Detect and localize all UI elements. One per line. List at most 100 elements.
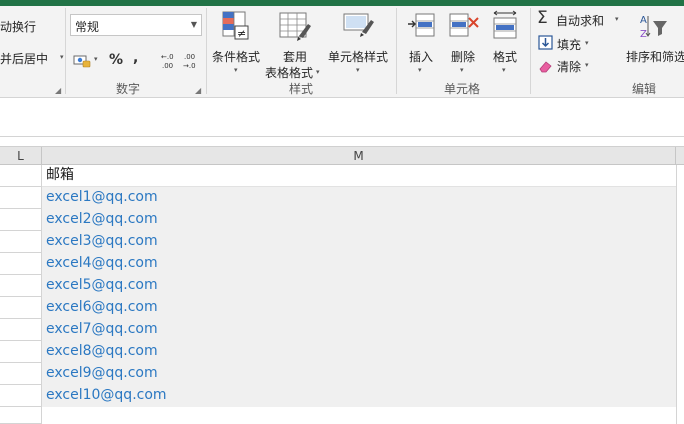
email-cell[interactable]: excel5@qq.com bbox=[42, 275, 676, 297]
format-cells-button[interactable]: 格式 ▾ bbox=[484, 10, 526, 76]
conditional-formatting-button[interactable]: ≠ 条件格式 ▾ bbox=[210, 10, 264, 76]
fill-label: 填充 bbox=[557, 38, 582, 52]
email-cell[interactable]: excel7@qq.com bbox=[42, 319, 676, 341]
merge-dropdown-caret[interactable]: ▾ bbox=[60, 53, 64, 61]
table-row bbox=[0, 407, 684, 424]
cell-l[interactable] bbox=[0, 297, 42, 319]
svg-text:.00: .00 bbox=[184, 53, 195, 61]
sort-filter-label: 排序和筛选 bbox=[626, 50, 684, 64]
cell-styles-icon bbox=[343, 13, 374, 37]
cell-l[interactable] bbox=[0, 275, 42, 297]
cell-l[interactable] bbox=[0, 363, 42, 385]
insert-cells-label: 插入 bbox=[409, 50, 434, 64]
autosum-button[interactable]: Σ 自动求和 ▾ bbox=[537, 8, 625, 30]
cell-n[interactable] bbox=[676, 407, 684, 424]
table-row: excel7@qq.com bbox=[0, 319, 684, 341]
accounting-format-button[interactable]: ▾ bbox=[73, 52, 101, 68]
table-row: excel9@qq.com bbox=[0, 363, 684, 385]
svg-text:←.0: ←.0 bbox=[161, 53, 174, 61]
accounting-caret-icon: ▾ bbox=[94, 55, 98, 63]
number-format-value: 常规 bbox=[75, 20, 100, 34]
group-separator bbox=[65, 8, 66, 94]
svg-text:A: A bbox=[640, 15, 647, 26]
number-dialog-launcher[interactable]: ◢ bbox=[195, 86, 201, 95]
format-as-table-label-1: 套用 bbox=[283, 50, 308, 64]
ribbon: 动换行 并后居中 ▾ ◢ 常规 ▼ ▾ % , ←.0 .00 .00 →.0 … bbox=[0, 6, 684, 98]
increase-decimal-button[interactable]: ←.0 .00 bbox=[159, 50, 179, 70]
cell-l[interactable] bbox=[0, 341, 42, 363]
table-row: excel6@qq.com bbox=[0, 297, 684, 319]
merge-center-label: 并后居中 bbox=[0, 52, 49, 66]
email-cell[interactable]: excel2@qq.com bbox=[42, 209, 676, 231]
email-cell[interactable]: excel6@qq.com bbox=[42, 297, 676, 319]
cell-n[interactable] bbox=[676, 165, 684, 187]
clear-button[interactable]: 清除 ▾ bbox=[537, 56, 597, 76]
number-format-select[interactable]: 常规 ▼ bbox=[70, 14, 202, 36]
wrap-text-label: 动换行 bbox=[0, 20, 37, 34]
table-row: excel8@qq.com bbox=[0, 341, 684, 363]
comma-label: , bbox=[133, 50, 139, 66]
cells-group-label: 单元格 bbox=[444, 82, 481, 96]
cell-n[interactable] bbox=[676, 341, 684, 363]
format-as-table-caret: ▾ bbox=[316, 68, 320, 76]
email-cell[interactable]: excel1@qq.com bbox=[42, 187, 676, 209]
cell-n[interactable] bbox=[676, 209, 684, 231]
cell-l[interactable] bbox=[0, 253, 42, 275]
cell-l[interactable] bbox=[0, 165, 42, 187]
email-cell[interactable]: excel9@qq.com bbox=[42, 363, 676, 385]
cell-n[interactable] bbox=[676, 231, 684, 253]
table-row: excel3@qq.com bbox=[0, 231, 684, 253]
styles-group-label: 样式 bbox=[289, 82, 314, 96]
worksheet-grid[interactable]: 邮箱 excel1@qq.com excel2@qq.com excel3@qq… bbox=[0, 165, 684, 424]
cell-n[interactable] bbox=[676, 319, 684, 341]
format-as-table-label-2: 表格格式 bbox=[265, 66, 314, 80]
cell-n[interactable] bbox=[676, 187, 684, 209]
decrease-decimal-button[interactable]: .00 →.0 bbox=[181, 50, 201, 70]
cell-n[interactable] bbox=[676, 385, 684, 407]
editing-group-label: 编辑 bbox=[632, 82, 657, 96]
autosum-label: 自动求和 bbox=[556, 14, 605, 28]
percent-style-button[interactable]: % bbox=[109, 52, 123, 70]
cell-l[interactable] bbox=[0, 407, 42, 424]
cell-styles-label: 单元格样式 bbox=[328, 50, 389, 64]
group-separator bbox=[206, 8, 207, 94]
cell-n[interactable] bbox=[676, 253, 684, 275]
sort-filter-icon: A Z bbox=[640, 15, 667, 40]
cell-styles-button[interactable]: 单元格样式 ▾ bbox=[326, 10, 392, 76]
delete-cells-button[interactable]: 删除 ▾ bbox=[442, 10, 484, 76]
cell-l[interactable] bbox=[0, 385, 42, 407]
comma-style-button[interactable]: , bbox=[133, 50, 145, 68]
column-header-l[interactable]: L bbox=[0, 147, 42, 165]
cell-styles-caret: ▾ bbox=[356, 66, 360, 74]
header-cell-email[interactable]: 邮箱 bbox=[42, 165, 676, 187]
email-cell[interactable]: excel4@qq.com bbox=[42, 253, 676, 275]
format-as-table-button[interactable]: 套用 表格格式 ▾ bbox=[264, 10, 326, 80]
merge-center-button[interactable]: 并后居中 ▾ bbox=[0, 50, 66, 68]
cell-n[interactable] bbox=[676, 297, 684, 319]
accounting-icon bbox=[73, 55, 91, 68]
cell-l[interactable] bbox=[0, 231, 42, 253]
formula-bar[interactable] bbox=[0, 99, 684, 137]
fill-button[interactable]: 填充 ▾ bbox=[537, 34, 597, 54]
cell-n[interactable] bbox=[676, 275, 684, 297]
insert-cells-button[interactable]: 插入 ▾ bbox=[400, 10, 442, 76]
alignment-dialog-launcher[interactable]: ◢ bbox=[55, 86, 61, 95]
percent-label: % bbox=[109, 52, 124, 68]
fill-down-icon bbox=[538, 35, 553, 50]
cell-n[interactable] bbox=[676, 363, 684, 385]
email-cell[interactable]: excel3@qq.com bbox=[42, 231, 676, 253]
conditional-formatting-label: 条件格式 bbox=[212, 50, 261, 64]
cell-l[interactable] bbox=[0, 319, 42, 341]
fill-caret: ▾ bbox=[585, 39, 589, 47]
table-row: 邮箱 bbox=[0, 165, 684, 187]
column-header-m[interactable]: M bbox=[42, 147, 676, 165]
cell-l[interactable] bbox=[0, 209, 42, 231]
cell-l[interactable] bbox=[0, 187, 42, 209]
svg-text:.00: .00 bbox=[162, 62, 173, 70]
decrease-decimal-icon: .00 →.0 bbox=[183, 53, 196, 70]
format-cells-icon bbox=[493, 10, 517, 39]
email-cell[interactable]: excel8@qq.com bbox=[42, 341, 676, 363]
email-cell[interactable]: excel10@qq.com bbox=[42, 385, 676, 407]
empty-cell[interactable] bbox=[42, 407, 676, 424]
sort-filter-button[interactable]: A Z 排序和筛选 bbox=[626, 10, 684, 76]
